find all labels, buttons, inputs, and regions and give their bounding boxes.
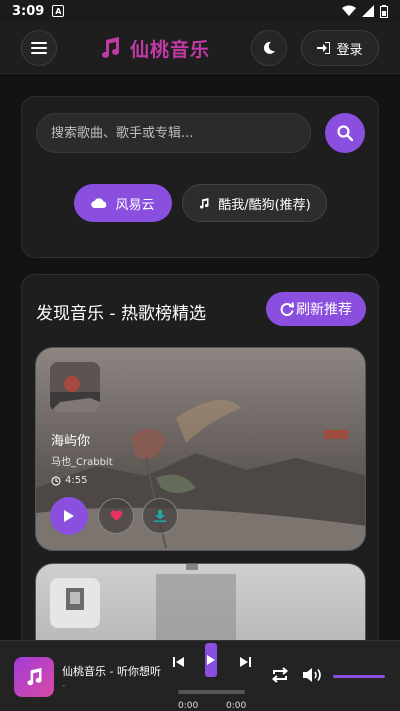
previous-button[interactable] — [170, 653, 188, 671]
song-title: 海屿你 — [51, 434, 91, 449]
login-icon — [317, 42, 331, 54]
clock-icon — [51, 475, 61, 486]
play-button[interactable] — [50, 497, 88, 535]
status-bar: 3:09 A — [0, 0, 400, 22]
discover-section: 发现音乐 - 热歌榜精选 刷新推荐 海屿你 马也_Crabbit 4:55 — [21, 274, 379, 674]
app-header: 仙桃音乐 登录 — [0, 22, 400, 74]
player-play-button[interactable] — [205, 643, 217, 677]
repeat-icon[interactable] — [271, 667, 289, 683]
refresh-icon — [280, 302, 294, 316]
album-cover-art — [50, 362, 100, 412]
status-time: 3:09 — [12, 3, 45, 19]
source-label: 酷我/酷狗(推荐) — [218, 197, 311, 213]
source-button-kuwo[interactable]: 酷我/酷狗(推荐) — [182, 184, 327, 222]
login-label: 登录 — [336, 42, 363, 58]
login-button[interactable]: 登录 — [301, 30, 379, 66]
total-time: 0:00 — [226, 701, 247, 711]
song-duration: 4:55 — [51, 475, 87, 486]
search-input[interactable] — [36, 113, 311, 153]
song-card[interactable]: 海屿你 马也_Crabbit 4:55 — [35, 347, 366, 551]
skip-previous-icon — [173, 657, 184, 667]
app-title: 仙桃音乐 — [130, 38, 211, 61]
section-title: 发现音乐 - 热歌榜精选 — [36, 304, 206, 324]
current-time: 0:00 — [178, 701, 199, 711]
download-icon — [154, 510, 166, 522]
search-card: 风易云 酷我/酷狗(推荐) — [21, 96, 379, 258]
battery-icon — [380, 4, 388, 18]
source-label: 风易云 — [115, 197, 155, 213]
player-title: 仙桃音乐 - 听你想听 — [62, 665, 161, 678]
music-note-icon — [27, 667, 42, 686]
duration-text: 4:55 — [65, 475, 88, 486]
app-notification-letter: A — [55, 6, 62, 16]
album-cover — [50, 578, 100, 628]
menu-icon — [31, 42, 47, 54]
play-icon — [207, 655, 215, 665]
album-cover-art — [50, 578, 100, 628]
theme-toggle-button[interactable] — [251, 30, 287, 66]
search-icon — [337, 125, 353, 141]
progress-bar[interactable] — [178, 690, 245, 694]
player-bar: 仙桃音乐 - 听你想听 - 0:00 0:00 — [0, 640, 400, 711]
refresh-label: 刷新推荐 — [296, 302, 352, 318]
skip-next-icon — [240, 657, 251, 667]
album-cover — [50, 362, 100, 412]
source-button-netease[interactable]: 风易云 — [74, 184, 172, 222]
music-note-icon — [200, 197, 209, 208]
like-button[interactable] — [98, 498, 134, 534]
song-artist: 马也_Crabbit — [51, 457, 113, 468]
status-icons — [342, 4, 388, 18]
app-notification-icon: A — [52, 5, 65, 17]
volume-slider[interactable] — [333, 675, 385, 678]
heart-icon — [110, 510, 122, 521]
menu-button[interactable] — [21, 30, 57, 66]
play-icon — [64, 510, 74, 522]
signal-icon — [362, 5, 374, 17]
search-button[interactable] — [325, 113, 365, 153]
player-cover[interactable] — [14, 657, 54, 697]
next-button[interactable] — [236, 653, 254, 671]
cloud-icon — [91, 198, 107, 209]
refresh-button[interactable]: 刷新推荐 — [266, 292, 366, 326]
moon-icon — [263, 41, 275, 54]
download-button[interactable] — [142, 498, 178, 534]
wifi-icon — [342, 5, 356, 16]
player-subtitle: - — [62, 681, 66, 691]
music-note-icon — [102, 37, 119, 58]
app-brand: 仙桃音乐 — [98, 32, 210, 64]
volume-icon[interactable] — [303, 667, 323, 683]
